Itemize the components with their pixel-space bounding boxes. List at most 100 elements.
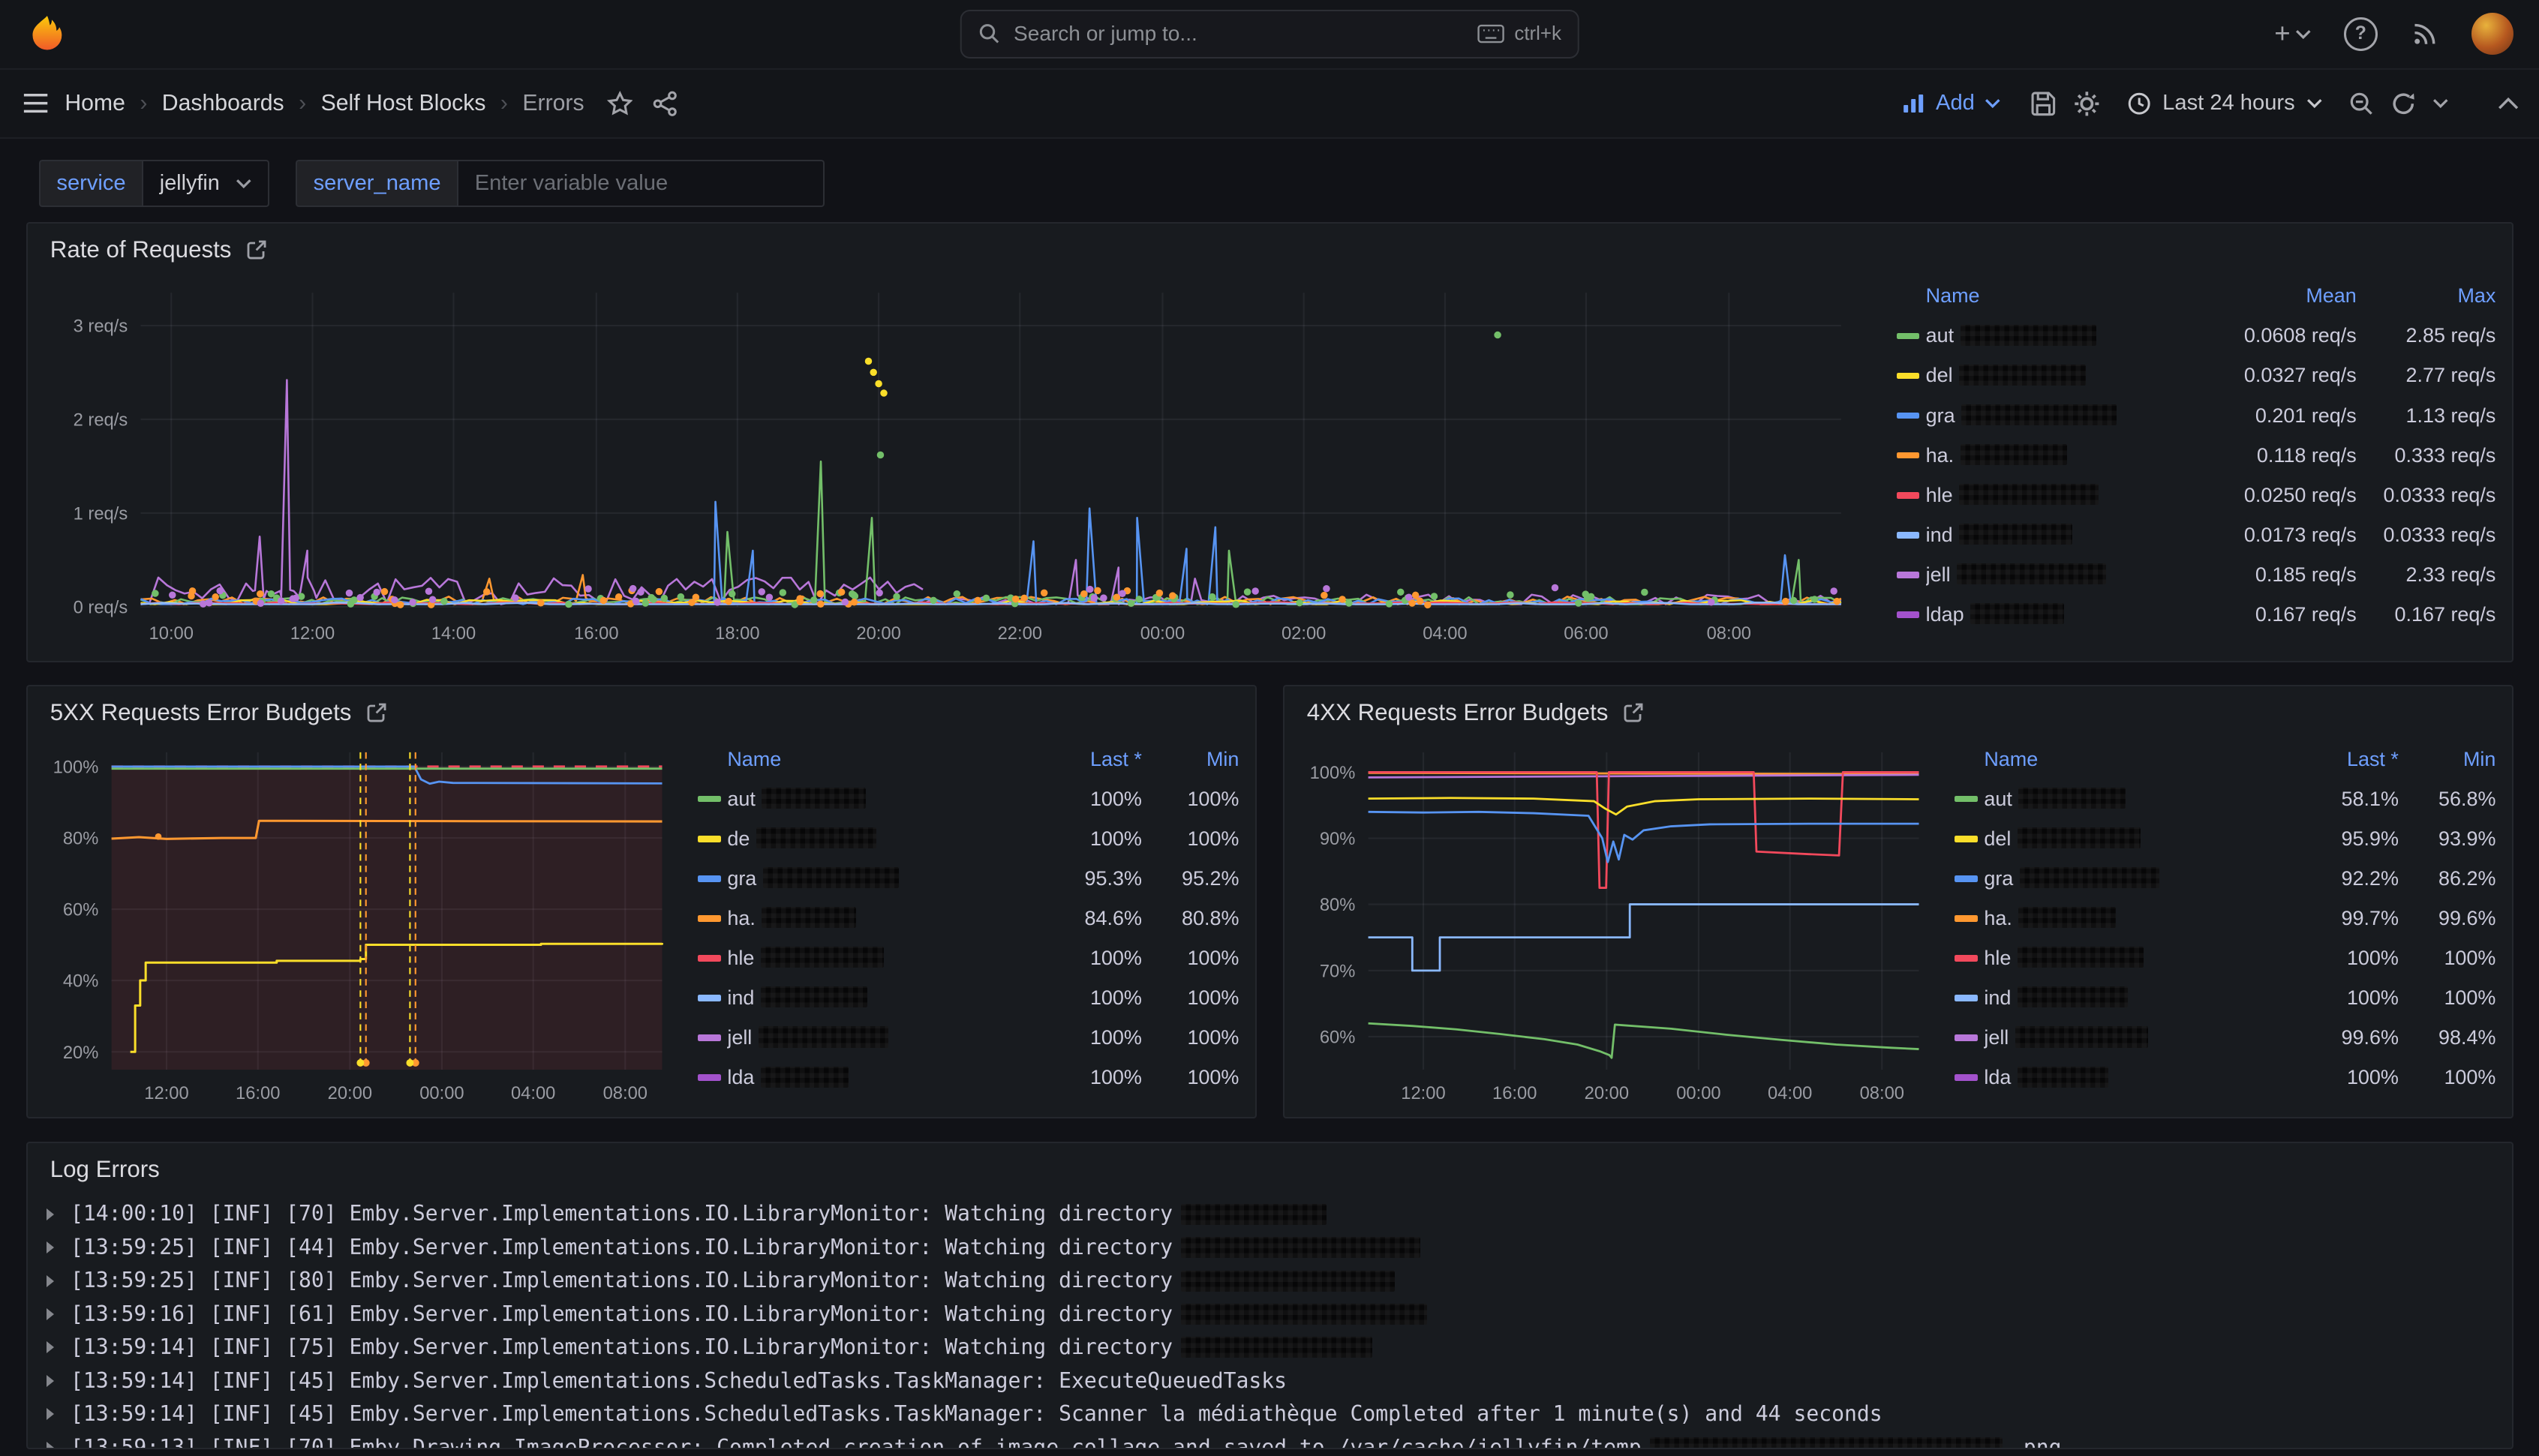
series-name[interactable]: hle bbox=[727, 947, 1029, 970]
grafana-logo-icon[interactable] bbox=[26, 13, 68, 55]
log-row[interactable]: [13:59:25] [INF] [44] Emby.Server.Implem… bbox=[47, 1231, 2492, 1264]
series-name[interactable]: lda bbox=[1984, 1066, 2285, 1089]
collapse-toolbar-button[interactable] bbox=[2497, 81, 2519, 126]
legend-row[interactable]: ind100%100% bbox=[695, 978, 1239, 1018]
log-row[interactable]: [13:59:14] [INF] [45] Emby.Server.Implem… bbox=[47, 1364, 2492, 1397]
legend-row[interactable]: del95.9%93.9% bbox=[1952, 819, 2495, 859]
series-name[interactable]: hle bbox=[1984, 947, 2285, 970]
series-name[interactable]: ha. bbox=[727, 907, 1029, 930]
user-avatar[interactable] bbox=[2471, 11, 2513, 56]
panel-title[interactable]: 4XX Requests Error Budgets bbox=[1307, 699, 1609, 726]
series-name[interactable]: hle bbox=[1926, 484, 2201, 507]
expand-chevron-icon[interactable] bbox=[47, 1408, 54, 1420]
legend-row[interactable]: gra0.201 req/s1.13 req/s bbox=[1893, 395, 2495, 435]
legend-row[interactable]: ha.84.6%80.8% bbox=[695, 899, 1239, 938]
legend-header-name[interactable]: Name bbox=[727, 748, 1029, 771]
help-button[interactable]: ? bbox=[2344, 11, 2378, 56]
expand-chevron-icon[interactable] bbox=[47, 1375, 54, 1387]
expand-chevron-icon[interactable] bbox=[47, 1341, 54, 1353]
legend-header-col1[interactable]: Last * bbox=[2285, 748, 2399, 771]
legend-row[interactable]: jell99.6%98.4% bbox=[1952, 1018, 2495, 1058]
legend-row[interactable]: ind100%100% bbox=[1952, 978, 2495, 1018]
save-dashboard-button[interactable] bbox=[2030, 81, 2057, 126]
panel-header[interactable]: 4XX Requests Error Budgets bbox=[1285, 686, 2512, 730]
legend-row[interactable]: hle100%100% bbox=[695, 938, 1239, 978]
expand-chevron-icon[interactable] bbox=[47, 1308, 54, 1320]
search-input[interactable]: Search or jump to... ctrl+k bbox=[960, 10, 1579, 59]
series-name[interactable]: gra bbox=[1984, 867, 2285, 890]
series-name[interactable]: ind bbox=[727, 986, 1029, 1010]
panel-header[interactable]: Log Errors bbox=[28, 1143, 2512, 1187]
legend-row[interactable]: jell100%100% bbox=[695, 1018, 1239, 1058]
series-name[interactable]: del bbox=[1984, 827, 2285, 851]
new-menu-button[interactable]: + bbox=[2274, 20, 2311, 48]
breadcrumb-folder[interactable]: Self Host Blocks bbox=[321, 91, 486, 116]
menu-toggle-button[interactable] bbox=[20, 81, 52, 126]
expand-chevron-icon[interactable] bbox=[47, 1241, 54, 1253]
legend-row[interactable]: gra92.2%86.2% bbox=[1952, 859, 2495, 899]
legend-row[interactable]: lda100%100% bbox=[695, 1058, 1239, 1097]
legend-row[interactable]: aut58.1%56.8% bbox=[1952, 779, 2495, 819]
series-name[interactable]: ha. bbox=[1926, 444, 2201, 467]
series-name[interactable]: del bbox=[1926, 364, 2201, 387]
legend-row[interactable]: hle100%100% bbox=[1952, 938, 2495, 978]
series-name[interactable]: aut bbox=[1926, 324, 2201, 347]
series-name[interactable]: ind bbox=[1926, 524, 2201, 547]
series-name[interactable]: jell bbox=[1984, 1026, 2285, 1049]
zoom-out-time-button[interactable] bbox=[2348, 81, 2375, 126]
external-link-icon[interactable] bbox=[366, 702, 387, 723]
news-button[interactable] bbox=[2410, 11, 2439, 56]
legend-header-col1[interactable]: Mean bbox=[2201, 284, 2357, 308]
timeseries-chart[interactable]: 0 req/s1 req/s2 req/s3 req/s10:0012:0014… bbox=[34, 270, 1861, 649]
legend-header-col2[interactable]: Min bbox=[1142, 748, 1239, 771]
series-name[interactable]: ha. bbox=[1984, 907, 2285, 930]
legend-row[interactable]: gra95.3%95.2% bbox=[695, 859, 1239, 899]
panel-title[interactable]: 5XX Requests Error Budgets bbox=[50, 699, 352, 726]
legend-row[interactable]: hle0.0250 req/s0.0333 req/s bbox=[1893, 476, 2495, 515]
panel-title[interactable]: Log Errors bbox=[50, 1156, 160, 1183]
legend-row[interactable]: jell0.185 req/s2.33 req/s bbox=[1893, 555, 2495, 595]
legend-row[interactable]: aut100%100% bbox=[695, 779, 1239, 819]
time-range-picker[interactable]: Last 24 hours bbox=[2127, 91, 2323, 116]
legend-header-col1[interactable]: Last * bbox=[1029, 748, 1142, 771]
expand-chevron-icon[interactable] bbox=[47, 1442, 54, 1449]
series-name[interactable]: gra bbox=[727, 867, 1029, 890]
legend-row[interactable]: aut0.0608 req/s2.85 req/s bbox=[1893, 316, 2495, 356]
expand-chevron-icon[interactable] bbox=[47, 1208, 54, 1220]
legend-row[interactable]: ha.0.118 req/s0.333 req/s bbox=[1893, 436, 2495, 476]
legend-header-name[interactable]: Name bbox=[1984, 748, 2285, 771]
series-name[interactable]: gra bbox=[1926, 404, 2201, 428]
series-name[interactable]: de bbox=[727, 827, 1029, 851]
log-row[interactable]: [13:59:25] [INF] [80] Emby.Server.Implem… bbox=[47, 1264, 2492, 1297]
legend-row[interactable]: de100%100% bbox=[695, 819, 1239, 859]
series-name[interactable]: jell bbox=[727, 1026, 1029, 1049]
error-budget-chart[interactable]: 20%40%60%80%100%12:0016:0020:0000:0004:0… bbox=[34, 733, 678, 1109]
share-button[interactable] bbox=[652, 81, 678, 126]
series-name[interactable]: aut bbox=[1984, 788, 2285, 811]
dashboard-settings-button[interactable] bbox=[2073, 81, 2101, 126]
legend-header-name[interactable]: Name bbox=[1926, 284, 2201, 308]
external-link-icon[interactable] bbox=[1623, 702, 1644, 723]
refresh-interval-dropdown[interactable] bbox=[2432, 81, 2449, 126]
legend-row[interactable]: ldap0.167 req/s0.167 req/s bbox=[1893, 595, 2495, 635]
breadcrumb-home[interactable]: Home bbox=[65, 91, 125, 116]
legend-header-col2[interactable]: Min bbox=[2399, 748, 2496, 771]
legend-row[interactable]: ind0.0173 req/s0.0333 req/s bbox=[1893, 515, 2495, 555]
series-name[interactable]: ind bbox=[1984, 986, 2285, 1010]
variable-service-select[interactable]: jellyfin bbox=[142, 160, 269, 207]
series-name[interactable]: lda bbox=[727, 1066, 1029, 1089]
panel-title[interactable]: Rate of Requests bbox=[50, 236, 232, 263]
panel-header[interactable]: Rate of Requests bbox=[28, 224, 2512, 267]
breadcrumb-dashboards[interactable]: Dashboards bbox=[162, 91, 284, 116]
refresh-button[interactable] bbox=[2390, 81, 2417, 126]
error-budget-chart[interactable]: 60%70%80%90%100%12:0016:0020:0000:0004:0… bbox=[1291, 733, 1935, 1109]
log-row[interactable]: [13:59:16] [INF] [61] Emby.Server.Implem… bbox=[47, 1298, 2492, 1331]
legend-header-col2[interactable]: Max bbox=[2357, 284, 2496, 308]
expand-chevron-icon[interactable] bbox=[47, 1275, 54, 1287]
log-row[interactable]: [14:00:10] [INF] [70] Emby.Server.Implem… bbox=[47, 1197, 2492, 1230]
legend-row[interactable]: del0.0327 req/s2.77 req/s bbox=[1893, 356, 2495, 395]
favorite-button[interactable] bbox=[607, 81, 633, 126]
external-link-icon[interactable] bbox=[246, 239, 267, 260]
legend-row[interactable]: lda100%100% bbox=[1952, 1058, 2495, 1097]
series-name[interactable]: ldap bbox=[1926, 603, 2201, 626]
